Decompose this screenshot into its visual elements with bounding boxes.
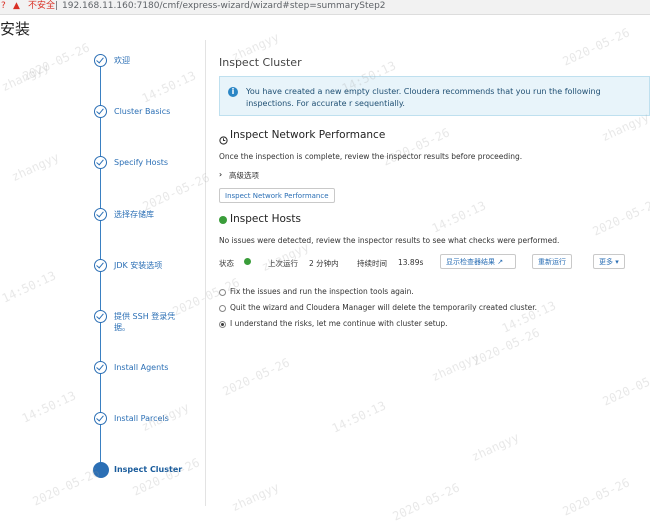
- watermark-text: 2020-05-26: [590, 195, 650, 239]
- watermark-text: 14:50:13: [0, 268, 59, 306]
- info-alert: i You have created a new empty cluster. …: [219, 76, 650, 116]
- option-quit-wizard[interactable]: Quit the wizard and Cloudera Manager wil…: [230, 303, 537, 312]
- hosts-heading: Inspect Hosts: [230, 213, 301, 225]
- info-text: You have created a new empty cluster. Cl…: [246, 87, 601, 108]
- last-run-label: 上次运行: [268, 259, 298, 268]
- rerun-button[interactable]: 重新运行: [532, 254, 572, 269]
- info-icon: i: [228, 87, 238, 97]
- url-text[interactable]: 192.168.11.160:7180/cmf/express-wizard/w…: [62, 0, 386, 13]
- radio-quit-wizard[interactable]: [219, 305, 226, 312]
- watermark-text: 2020-05-26: [560, 475, 632, 519]
- security-warning-label[interactable]: 不安全: [28, 0, 55, 13]
- check-icon: [94, 310, 107, 323]
- url-separator: |: [55, 1, 59, 11]
- advanced-options-toggle[interactable]: 高级选项: [229, 170, 259, 181]
- check-icon: [94, 361, 107, 374]
- page-title: Inspect Cluster: [219, 56, 302, 69]
- wizard-stepper: 欢迎 Cluster Basics Specify Hosts 选择存储库 JD…: [80, 40, 206, 506]
- status-label: 状态: [219, 259, 234, 268]
- watermark-text: zhangyy: [229, 479, 282, 515]
- step-label: Cluster Basics: [114, 107, 171, 116]
- duration-label: 持续时间: [357, 259, 387, 268]
- check-icon: [94, 105, 107, 118]
- more-label: 更多: [599, 258, 613, 266]
- step-label: JDK 安装选项: [114, 261, 163, 270]
- watermark-text: 14:50:13: [329, 398, 389, 436]
- radio-continue[interactable]: [219, 321, 226, 328]
- option-continue[interactable]: I understand the risks, let me continue …: [230, 319, 448, 328]
- step-label: 选择存储库: [114, 210, 154, 219]
- watermark-text: zhangyy: [9, 149, 62, 185]
- watermark-text: 14:50:13: [429, 198, 489, 236]
- show-inspector-results-button[interactable]: 显示检查器结果 ↗: [440, 254, 516, 269]
- inspect-network-button[interactable]: Inspect Network Performance: [219, 188, 335, 203]
- external-link-icon: ↗: [497, 258, 504, 266]
- menu-fragment-icon: ?: [1, 1, 6, 11]
- check-icon: [94, 412, 107, 425]
- step-label: 欢迎: [114, 56, 130, 65]
- watermark-text: 2020-05-26: [600, 365, 650, 409]
- radio-fix-issues[interactable]: [219, 289, 226, 296]
- option-fix-issues[interactable]: Fix the issues and run the inspection to…: [230, 287, 414, 296]
- watermark-text: 2020-05-26: [470, 325, 542, 369]
- check-icon: [94, 208, 107, 221]
- browser-address-bar[interactable]: ? ▲ 不安全 | 192.168.11.160:7180/cmf/expres…: [0, 0, 650, 15]
- current-step-icon: [93, 462, 109, 478]
- watermark-text: 2020-05-26: [220, 355, 292, 399]
- last-run-value: 2 分钟内: [309, 259, 339, 268]
- network-heading: Inspect Network Performance: [230, 129, 386, 141]
- hosts-description: No issues were detected, review the insp…: [219, 236, 560, 245]
- watermark-text: 2020-05-26: [380, 125, 452, 169]
- success-check-icon: [219, 216, 227, 224]
- watermark-text: zhangyy: [469, 429, 522, 465]
- step-label: Install Agents: [114, 363, 169, 372]
- check-icon: [94, 156, 107, 169]
- warning-icon: ▲: [13, 1, 20, 11]
- caret-down-icon: ▾: [615, 258, 619, 266]
- step-label: Inspect Cluster: [114, 465, 183, 474]
- watermark-text: 2020-05-26: [390, 480, 462, 524]
- page-heading-fragment: 安装: [0, 20, 31, 38]
- chevron-right-icon[interactable]: ›: [219, 170, 222, 179]
- check-icon: [94, 54, 107, 67]
- network-description: Once the inspection is complete, review …: [219, 152, 523, 161]
- show-results-label: 显示检查器结果: [446, 258, 495, 266]
- more-dropdown[interactable]: 更多 ▾: [593, 254, 625, 269]
- watermark-text: 2020-05-26: [560, 25, 632, 69]
- step-label: Specify Hosts: [114, 158, 169, 167]
- status-ok-icon: [244, 258, 251, 265]
- watermark-text: zhangyy: [429, 349, 482, 385]
- step-label: 提供 SSH 登录凭据。: [114, 312, 176, 332]
- duration-value: 13.89s: [398, 258, 424, 267]
- step-label: Install Parcels: [114, 414, 169, 423]
- watermark-text: 14:50:13: [19, 388, 79, 426]
- check-icon: [94, 259, 107, 272]
- watermark-text: zhangyy: [0, 59, 52, 95]
